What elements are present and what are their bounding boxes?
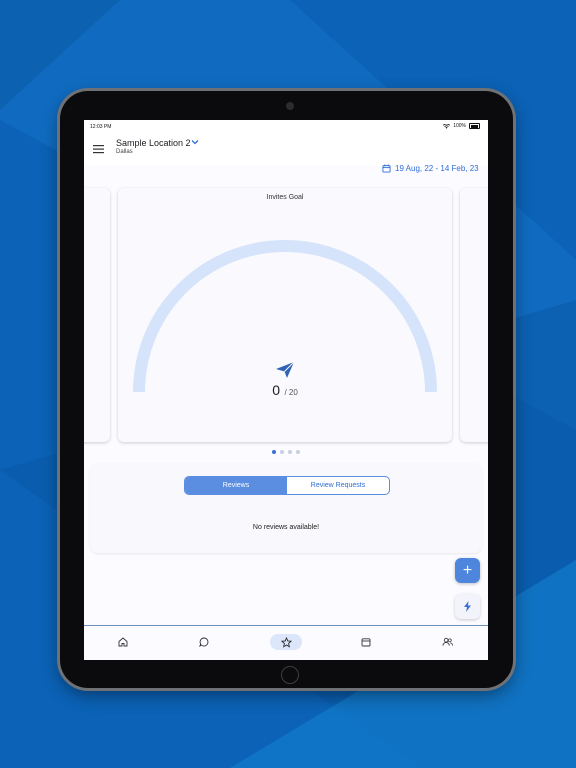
plus-icon: + — [462, 561, 473, 579]
home-icon — [118, 637, 128, 647]
reviews-tab-switch: Reviews Review Requests — [184, 476, 390, 495]
add-button[interactable]: + — [455, 558, 480, 583]
page-dot[interactable] — [280, 450, 284, 454]
tab-review-requests[interactable]: Review Requests — [287, 477, 389, 494]
lightning-icon — [464, 601, 471, 612]
carousel-pagination — [272, 450, 300, 454]
nav-calendar[interactable] — [350, 634, 382, 650]
goal-target: / 20 — [284, 388, 298, 397]
nav-contacts[interactable] — [431, 634, 463, 650]
app-screen: 12:03 PM 100% Sample Location 2 Dallas 1… — [84, 120, 488, 660]
chevron-down-icon[interactable] — [191, 139, 199, 145]
people-icon — [442, 637, 453, 646]
status-bar: 12:03 PM 100% — [84, 120, 488, 134]
goal-value: 0 / 20 — [118, 382, 452, 400]
status-right: 100% — [443, 123, 480, 129]
status-time: 12:03 PM — [90, 124, 112, 130]
goal-current: 0 — [272, 382, 280, 398]
date-range-label: 19 Aug, 22 - 14 Feb, 23 — [395, 164, 479, 173]
front-camera — [286, 102, 294, 110]
wifi-icon — [443, 123, 451, 129]
chat-icon — [199, 637, 209, 647]
stats-carousel[interactable]: Invites Goal 0 / 20 — [84, 186, 488, 444]
empty-state-message: No reviews available! — [252, 524, 320, 531]
page-dot[interactable] — [272, 450, 276, 454]
location-city: Dallas — [116, 149, 133, 155]
bottom-navigation — [84, 625, 488, 660]
calendar-icon — [361, 638, 371, 647]
send-icon — [276, 361, 295, 378]
quick-action-button[interactable] — [455, 594, 480, 619]
location-name[interactable]: Sample Location 2 — [116, 138, 191, 148]
battery-icon — [469, 123, 480, 129]
nav-reviews[interactable] — [270, 634, 302, 650]
star-icon — [280, 636, 292, 648]
battery-percent: 100% — [453, 123, 466, 129]
nav-messages[interactable] — [188, 634, 220, 650]
invites-goal-card: Invites Goal 0 / 20 — [118, 188, 452, 442]
menu-icon[interactable] — [93, 143, 105, 155]
page-dot[interactable] — [288, 450, 292, 454]
calendar-icon — [382, 164, 391, 173]
card-title: Invites Goal — [266, 194, 304, 201]
nav-home[interactable] — [107, 634, 139, 650]
date-range-picker[interactable]: 19 Aug, 22 - 14 Feb, 23 — [382, 164, 479, 173]
next-card[interactable] — [460, 188, 488, 442]
previous-card[interactable] — [84, 188, 110, 442]
home-button[interactable] — [281, 666, 299, 684]
page-dot[interactable] — [296, 450, 300, 454]
tab-reviews[interactable]: Reviews — [185, 477, 287, 494]
app-header: Sample Location 2 Dallas — [84, 134, 488, 166]
